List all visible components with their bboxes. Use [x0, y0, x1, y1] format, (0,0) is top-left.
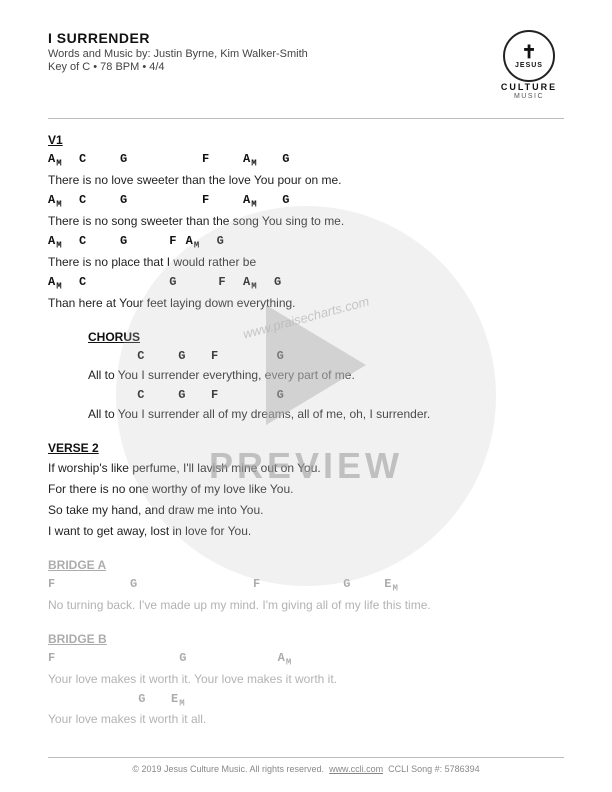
- v1-lyric4: Than here at Your feet laying down every…: [48, 294, 564, 312]
- footer-copyright: © 2019 Jesus Culture Music. All rights r…: [132, 764, 324, 774]
- logo-circle: ✝ JESUS: [503, 30, 555, 82]
- header-divider: [48, 118, 564, 119]
- v1-lyric2: There is no song sweeter than the song Y…: [48, 212, 564, 230]
- logo-music: MUSIC: [514, 93, 544, 100]
- ba-lyric1: No turning back. I've made up my mind. I…: [48, 596, 564, 614]
- chorus-chord2: C G F G: [88, 387, 564, 404]
- v1-chord2: AM C G F AM G: [48, 192, 564, 211]
- chorus-chord1: C G F G: [88, 348, 564, 365]
- chorus-lyric2: All to You I surrender all of my dreams,…: [88, 405, 564, 423]
- v2-lyric2: For there is no one worthy of my love li…: [48, 480, 564, 498]
- page: I SURRENDER Words and Music by: Justin B…: [0, 0, 612, 792]
- verse2-section: VERSE 2 If worship's like perfume, I'll …: [48, 441, 564, 540]
- v1-chord4: AM C G F AM G: [48, 274, 564, 293]
- header-left: I SURRENDER Words and Music by: Justin B…: [48, 30, 308, 73]
- song-title: I SURRENDER: [48, 30, 308, 46]
- song-key: Key of C • 78 BPM • 4/4: [48, 61, 308, 73]
- bb-chord2: G EM: [48, 691, 564, 710]
- logo-culture: CULTURE: [501, 82, 557, 92]
- bb-lyric2: Your love makes it worth it all.: [48, 710, 564, 728]
- bridge-b-label: BRIDGE B: [48, 632, 564, 646]
- footer-website[interactable]: www.ccli.com: [329, 764, 383, 774]
- bridge-b-section: BRIDGE B F G AM Your love makes it worth…: [48, 632, 564, 729]
- v1-chord3: AM C G F AM G: [48, 233, 564, 252]
- verse2-label: VERSE 2: [48, 441, 564, 455]
- song-meta: Words and Music by: Justin Byrne, Kim Wa…: [48, 48, 308, 60]
- header: I SURRENDER Words and Music by: Justin B…: [48, 30, 564, 100]
- v2-lyric4: I want to get away, lost in love for You…: [48, 522, 564, 540]
- verse1-section: V1 AM C G F AM G There is no love sweete…: [48, 133, 564, 312]
- v1-lyric1: There is no love sweeter than the love Y…: [48, 171, 564, 189]
- chorus-lyric1: All to You I surrender everything, every…: [88, 366, 564, 384]
- v1-lyric3: There is no place that I would rather be: [48, 253, 564, 271]
- ba-chord1: F G F G EM: [48, 576, 564, 595]
- footer: © 2019 Jesus Culture Music. All rights r…: [48, 757, 564, 774]
- chorus-section: CHORUS C G F G All to You I surrender ev…: [88, 330, 564, 423]
- logo: ✝ JESUS CULTURE MUSIC: [494, 30, 564, 100]
- logo-jesus: JESUS: [515, 62, 543, 69]
- bridge-a-section: BRIDGE A F G F G EM No turning back. I'v…: [48, 558, 564, 614]
- chorus-label: CHORUS: [88, 330, 564, 344]
- verse1-label: V1: [48, 133, 564, 147]
- v2-lyric3: So take my hand, and draw me into You.: [48, 501, 564, 519]
- bb-chord1: F G AM: [48, 650, 564, 669]
- bb-lyric1: Your love makes it worth it. Your love m…: [48, 670, 564, 688]
- v1-chord1: AM C G F AM G: [48, 151, 564, 170]
- v2-lyric1: If worship's like perfume, I'll lavish m…: [48, 459, 564, 477]
- logo-cross: ✝: [521, 43, 536, 61]
- footer-ccli: CCLI Song #: 5786394: [388, 764, 480, 774]
- bridge-a-label: BRIDGE A: [48, 558, 564, 572]
